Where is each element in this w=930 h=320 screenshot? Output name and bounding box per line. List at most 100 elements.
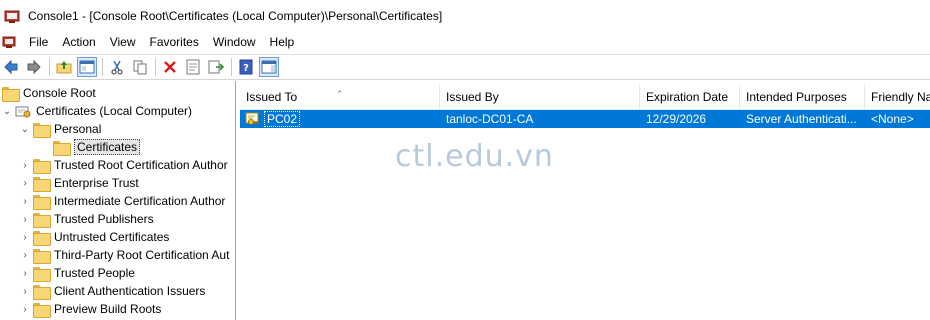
tree-node-folder[interactable]: › Trusted Publishers [20, 210, 154, 228]
chevron-right-icon[interactable]: › [20, 174, 30, 192]
folder-icon [33, 122, 51, 138]
folder-icon [33, 230, 51, 246]
column-header-expiration-date[interactable]: Expiration Date [640, 85, 740, 110]
toolbar-separator [49, 58, 50, 76]
chevron-right-icon[interactable]: › [20, 228, 30, 246]
chevron-right-icon[interactable]: › [20, 192, 30, 210]
menu-file[interactable]: File [22, 31, 55, 53]
tree-folder-label: Third-Party Root Certification Aut [54, 248, 230, 262]
chevron-down-icon[interactable]: ⌄ [20, 120, 30, 138]
title-bar: Console1 - [Console Root\Certificates (L… [0, 0, 930, 31]
help-icon[interactable]: ? [236, 57, 256, 77]
chevron-right-icon[interactable]: › [20, 282, 30, 300]
show-hide-tree-icon[interactable] [77, 57, 97, 77]
tree-label-certificates-local: Certificates (Local Computer) [36, 104, 193, 118]
cell-intended-purposes: Server Authenticati... [746, 112, 857, 126]
tree-node-folder[interactable]: › Enterprise Trust [20, 174, 139, 192]
menu-action[interactable]: Action [55, 31, 102, 53]
tree-node-folder[interactable]: › Trusted People [20, 264, 135, 282]
tree-label-certificates-selected: Certificates [74, 139, 141, 155]
tree-node-console-root[interactable]: Console Root [2, 84, 96, 102]
tree-folder-label: Untrusted Certificates [54, 230, 170, 244]
column-header-intended-purposes[interactable]: Intended Purposes [740, 85, 865, 110]
tree-folder-label: Preview Build Roots [54, 302, 162, 316]
tree-node-certificates[interactable]: Certificates [53, 138, 141, 156]
folder-icon [33, 302, 51, 318]
chevron-right-icon[interactable]: › [20, 246, 30, 264]
back-icon[interactable] [1, 57, 21, 77]
tree-label-console-root: Console Root [23, 86, 96, 100]
folder-icon [33, 248, 51, 264]
column-label: Intended Purposes [746, 90, 847, 104]
tree-folder-label: Client Authentication Issuers [54, 284, 206, 298]
folder-icon [33, 284, 51, 300]
folder-icon [33, 194, 51, 210]
folder-icon [33, 176, 51, 192]
folder-icon [33, 158, 51, 174]
tree-folder-label: Trusted People [54, 266, 135, 280]
issued-to-value: PC02 [264, 111, 301, 127]
up-folder-icon[interactable] [54, 57, 74, 77]
cell-friendly-name: <None> [871, 112, 914, 126]
chevron-right-icon[interactable]: › [20, 300, 30, 318]
list-header: Issued To ⌃ Issued By Expiration Date In… [240, 85, 930, 110]
toolbar-separator [155, 58, 156, 76]
toolbar-separator [102, 58, 103, 76]
forward-icon[interactable] [24, 57, 44, 77]
tree-node-personal[interactable]: ⌄ Personal [20, 120, 101, 138]
properties-icon[interactable] [183, 57, 203, 77]
menu-view[interactable]: View [103, 31, 143, 53]
table-row[interactable]: PC02 tanloc-DC01-CA 12/29/2026 Server Au… [240, 110, 930, 128]
tree-folder-label: Intermediate Certification Author [54, 194, 226, 208]
column-header-issued-by[interactable]: Issued By [440, 85, 640, 110]
column-label: Expiration Date [646, 90, 729, 104]
toolbar: ? [0, 54, 930, 80]
tree-folder-label: Trusted Publishers [54, 212, 154, 226]
column-label: Friendly Na [871, 90, 930, 104]
mmc-console-icon [4, 8, 20, 24]
tree-node-folder[interactable]: › Client Authentication Issuers [20, 282, 205, 300]
column-header-issued-to[interactable]: Issued To ⌃ [240, 85, 440, 110]
window-title: Console1 - [Console Root\Certificates (L… [28, 8, 443, 23]
tree-node-folder[interactable]: › Preview Build Roots [20, 300, 161, 318]
chevron-right-icon[interactable]: › [20, 156, 30, 174]
action-pane-icon[interactable] [259, 57, 279, 77]
chevron-down-icon[interactable]: ⌄ [2, 102, 12, 120]
certificate-list: Issued To ⌃ Issued By Expiration Date In… [240, 81, 930, 320]
folder-icon [53, 140, 71, 156]
cell-issued-to: PC02 [258, 110, 440, 128]
tree-node-folder[interactable]: › Third-Party Root Certification Aut [20, 246, 229, 264]
chevron-right-icon[interactable]: › [20, 210, 30, 228]
cell-expiration-date: 12/29/2026 [646, 112, 707, 126]
tree-node-folder[interactable]: › Intermediate Certification Author [20, 192, 225, 210]
column-label: Issued By [446, 90, 499, 104]
folder-icon [33, 212, 51, 228]
sort-up-icon: ⌃ [336, 89, 344, 99]
cell-issued-by: tanloc-DC01-CA [446, 112, 534, 126]
menu-bar: File Action View Favorites Window Help [0, 31, 930, 53]
menu-window[interactable]: Window [206, 31, 263, 53]
folder-icon [2, 86, 20, 102]
watermark-text: ctl.edu.vn [395, 139, 554, 174]
menu-help[interactable]: Help [263, 31, 302, 53]
cut-icon[interactable] [107, 57, 127, 77]
console-tree: Console Root ⌄ Certificates (Local Compu… [0, 81, 236, 320]
system-menu-icon[interactable] [2, 35, 16, 49]
tree-label-personal: Personal [54, 122, 102, 136]
column-label: Issued To [246, 90, 298, 104]
folder-icon [33, 266, 51, 282]
tree-node-folder[interactable]: › Trusted Root Certification Author [20, 156, 228, 174]
chevron-right-icon[interactable]: › [20, 264, 30, 282]
delete-icon[interactable] [160, 57, 180, 77]
tree-folder-label: Trusted Root Certification Author [54, 158, 228, 172]
tree-folder-label: Enterprise Trust [54, 176, 139, 190]
tree-node-certificates-local[interactable]: ⌄ Certificates (Local Computer) [2, 102, 192, 120]
toolbar-separator [231, 58, 232, 76]
export-list-icon[interactable] [206, 57, 226, 77]
svg-text:?: ? [243, 63, 249, 74]
column-header-friendly-name[interactable]: Friendly Na [865, 85, 930, 110]
tree-node-folder[interactable]: › Untrusted Certificates [20, 228, 169, 246]
copy-icon[interactable] [130, 57, 150, 77]
menu-favorites[interactable]: Favorites [143, 31, 206, 53]
certificate-store-icon [15, 103, 31, 119]
